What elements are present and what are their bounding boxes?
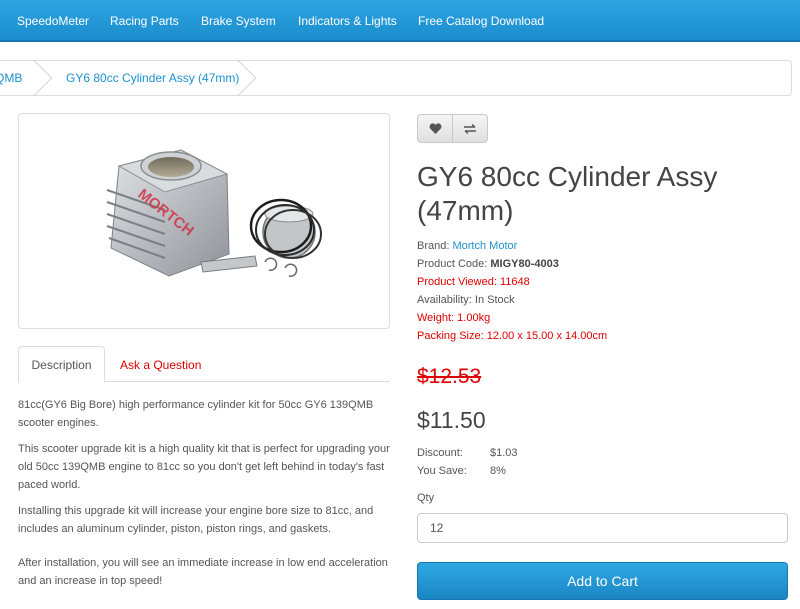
weight-label: Weight: [417, 312, 455, 324]
discount-value: $1.03 [490, 447, 518, 459]
breadcrumb: QMB GY6 80cc Cylinder Assy (47mm) [0, 59, 792, 97]
product-viewed-value: 11648 [499, 276, 530, 288]
product-image-frame[interactable]: MORTCH [18, 113, 390, 329]
breadcrumb-item-product[interactable]: GY6 80cc Cylinder Assy (47mm) [66, 71, 239, 85]
nav-item-racing-parts[interactable]: Racing Parts [110, 14, 179, 28]
product-viewed-row: Product Viewed: 11648 [417, 276, 530, 288]
qty-input[interactable] [417, 513, 788, 543]
you-save-label: You Save: [417, 465, 467, 477]
you-save-value: 8% [490, 465, 506, 477]
nav-item-indicators-lights[interactable]: Indicators & Lights [298, 14, 397, 28]
brand-link[interactable]: Mortch Motor [452, 240, 517, 252]
packing-size-value: 12.00 x 15.00 x 14.00cm [486, 330, 608, 342]
nav-item-free-catalog[interactable]: Free Catalog Download [418, 14, 544, 28]
availability-row: Availability: In Stock [417, 294, 515, 306]
description-paragraph: After installation, you will see an imme… [18, 557, 388, 587]
compare-arrows-icon [464, 123, 476, 134]
tab-description[interactable]: Description [18, 346, 105, 383]
qty-label: Qty [417, 492, 435, 504]
packing-size-row: Packing Size: 12.00 x 15.00 x 14.00cm [417, 330, 607, 342]
product-code-label: Product Code: [417, 258, 488, 270]
product-tabs: Description Ask a Question [18, 346, 390, 383]
description-paragraph: Installing this upgrade kit will increas… [18, 505, 374, 535]
product-action-buttons [417, 114, 488, 143]
brand-label: Brand: [417, 240, 450, 252]
availability-value: In Stock [474, 294, 515, 306]
compare-button[interactable] [452, 114, 488, 143]
availability-label: Availability: [417, 294, 472, 306]
old-price: $12.53 [417, 365, 482, 388]
product-code-row: Product Code: MIGY80-4003 [417, 258, 559, 270]
wishlist-button[interactable] [417, 114, 453, 143]
product-viewed-label: Product Viewed: [417, 276, 497, 288]
description-paragraph: 81cc(GY6 Big Bore) high performance cyli… [18, 399, 374, 429]
heart-icon [429, 122, 441, 134]
top-navigation: SpeedoMeter Racing Parts Brake System In… [0, 0, 800, 42]
add-to-cart-button[interactable]: Add to Cart [417, 562, 788, 600]
breadcrumb-separator [15, 59, 53, 97]
breadcrumb-separator [219, 59, 257, 97]
tab-ask-question[interactable]: Ask a Question [120, 358, 201, 372]
nav-item-speedometer[interactable]: SpeedoMeter [17, 14, 89, 28]
discount-label: Discount: [417, 447, 463, 459]
weight-value: 1.00kg [457, 312, 491, 324]
nav-item-brake-system[interactable]: Brake System [201, 14, 276, 28]
product-image: MORTCH [106, 149, 322, 277]
product-description: 81cc(GY6 Big Bore) high performance cyli… [18, 396, 398, 598]
current-price: $11.50 [417, 407, 486, 433]
description-paragraph: This scooter upgrade kit is a high quali… [18, 443, 390, 491]
weight-row: Weight: 1.00kg [417, 312, 490, 324]
brand-row: Brand: Mortch Motor [417, 240, 517, 252]
product-title: GY6 80cc Cylinder Assy (47mm) [417, 161, 718, 226]
product-code-value: MIGY80-4003 [490, 258, 559, 270]
packing-size-label: Packing Size: [417, 330, 484, 342]
